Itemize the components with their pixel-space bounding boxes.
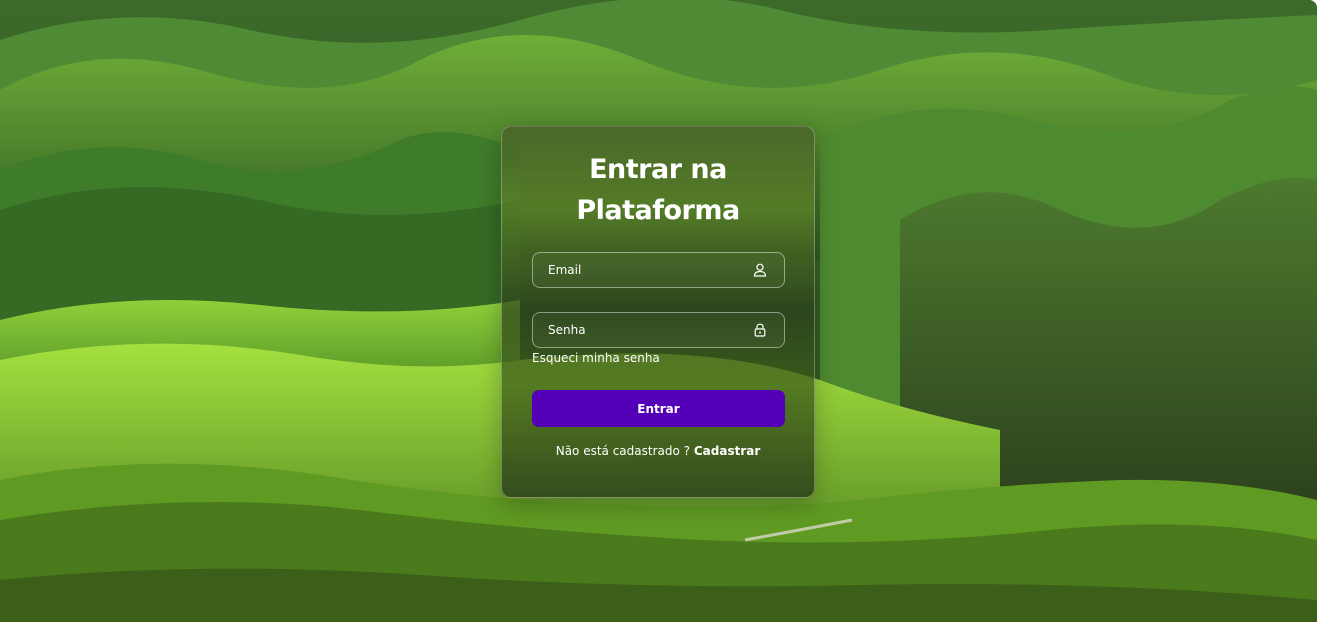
login-card: Entrar na Plataforma Esqueci minha senha… [501, 126, 815, 498]
lock-icon [754, 323, 766, 337]
signup-prompt: Não está cadastrado ? [555, 444, 691, 458]
login-button[interactable]: Entrar [532, 390, 785, 427]
user-icon [753, 263, 767, 277]
title-line-2: Plataforma [576, 195, 740, 226]
signup-link[interactable]: Cadastrar [694, 444, 760, 458]
login-page: Entrar na Plataforma Esqueci minha senha… [0, 0, 1319, 622]
password-input[interactable] [533, 313, 763, 347]
password-field-wrapper [532, 312, 785, 348]
title-line-1: Entrar na [589, 154, 727, 185]
login-title: Entrar na Plataforma [502, 149, 814, 231]
email-input[interactable] [533, 253, 763, 287]
signup-row: Não está cadastrado ? Cadastrar [502, 444, 814, 458]
email-field-wrapper [532, 252, 785, 288]
forgot-password-link[interactable]: Esqueci minha senha [532, 351, 660, 365]
